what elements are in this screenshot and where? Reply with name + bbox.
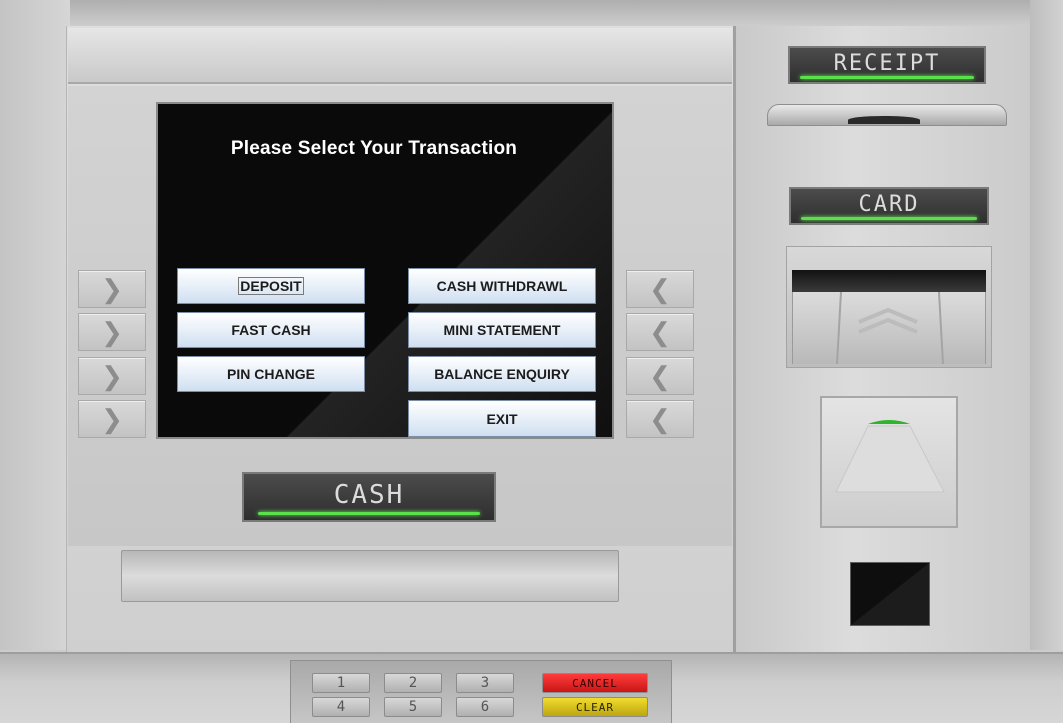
exit-button[interactable]: EXIT	[408, 400, 596, 437]
key-5[interactable]: 5	[384, 697, 442, 717]
left-side-key-2[interactable]: ❯	[78, 313, 146, 351]
chevron-left-icon: ❮	[649, 316, 671, 347]
card-insert-chevron-icon	[836, 292, 944, 364]
key-2-label: 2	[408, 675, 418, 691]
clear-key[interactable]: CLEAR	[542, 697, 648, 717]
key-6[interactable]: 6	[456, 697, 514, 717]
deposit-button[interactable]: DEPOSIT	[177, 268, 365, 304]
chevron-right-icon: ❯	[101, 403, 123, 434]
right-side-key-4[interactable]: ❮	[626, 400, 694, 438]
scanner-light-icon	[835, 420, 945, 493]
deposit-button-label: DEPOSIT	[238, 277, 304, 295]
screen-top-bezel	[68, 28, 732, 84]
right-side-key-2[interactable]: ❮	[626, 313, 694, 351]
key-4[interactable]: 4	[312, 697, 370, 717]
atm-left-rail	[0, 0, 70, 650]
cash-label-panel: CASH	[242, 472, 496, 522]
key-1-label: 1	[336, 675, 346, 691]
cash-dispenser-slot	[121, 550, 619, 602]
key-2[interactable]: 2	[384, 673, 442, 693]
cash-label: CASH	[333, 480, 405, 510]
chevron-left-icon: ❮	[649, 360, 671, 391]
chevron-left-icon: ❮	[649, 403, 671, 434]
atm-right-rail	[1030, 0, 1063, 650]
balance-enquiry-button[interactable]: BALANCE ENQUIRY	[408, 356, 596, 392]
pin-change-button[interactable]: PIN CHANGE	[177, 356, 365, 392]
cancel-key[interactable]: CANCEL	[542, 673, 648, 693]
camera-glare-icon	[851, 563, 929, 625]
chevron-right-icon: ❯	[101, 360, 123, 391]
right-side-key-3[interactable]: ❮	[626, 357, 694, 395]
right-side-key-1[interactable]: ❮	[626, 270, 694, 308]
receipt-label: RECEIPT	[833, 51, 941, 76]
key-5-label: 5	[408, 699, 418, 715]
cash-withdrawl-button[interactable]: CASH WITHDRAWL	[408, 268, 596, 304]
card-slot[interactable]	[792, 270, 986, 292]
pin-change-button-label: PIN CHANGE	[227, 366, 315, 382]
left-side-key-3[interactable]: ❯	[78, 357, 146, 395]
card-indicator-light	[801, 217, 977, 220]
receipt-indicator-light	[800, 76, 974, 79]
atm-screen: Please Select Your Transaction DEPOSIT C…	[156, 102, 614, 439]
atm-top-band	[0, 0, 1063, 26]
cash-withdrawl-button-label: CASH WITHDRAWL	[436, 278, 568, 294]
exit-button-label: EXIT	[486, 410, 518, 427]
mini-statement-button-label: MINI STATEMENT	[443, 322, 561, 338]
key-6-label: 6	[480, 699, 490, 715]
screen-title: Please Select Your Transaction	[230, 138, 518, 159]
chevron-right-icon: ❯	[101, 273, 123, 304]
key-3[interactable]: 3	[456, 673, 514, 693]
clear-key-label: CLEAR	[575, 700, 615, 714]
card-label: CARD	[858, 192, 920, 217]
scanner-panel	[820, 396, 958, 528]
cancel-key-label: CANCEL	[572, 676, 618, 690]
card-guide	[792, 292, 986, 364]
key-3-label: 3	[480, 675, 490, 691]
left-side-key-4[interactable]: ❯	[78, 400, 146, 438]
left-side-key-1[interactable]: ❯	[78, 270, 146, 308]
camera-window	[850, 562, 930, 626]
fast-cash-button-label: FAST CASH	[231, 322, 311, 338]
fast-cash-button[interactable]: FAST CASH	[177, 312, 365, 348]
balance-enquiry-button-label: BALANCE ENQUIRY	[434, 366, 570, 382]
card-label-panel: CARD	[789, 187, 989, 225]
cash-indicator-light	[258, 512, 480, 515]
receipt-label-panel: RECEIPT	[788, 46, 986, 84]
key-4-label: 4	[336, 699, 346, 715]
key-1[interactable]: 1	[312, 673, 370, 693]
mini-statement-button[interactable]: MINI STATEMENT	[408, 312, 596, 348]
chevron-right-icon: ❯	[101, 316, 123, 347]
receipt-slit	[848, 116, 920, 124]
chevron-left-icon: ❮	[649, 273, 671, 304]
